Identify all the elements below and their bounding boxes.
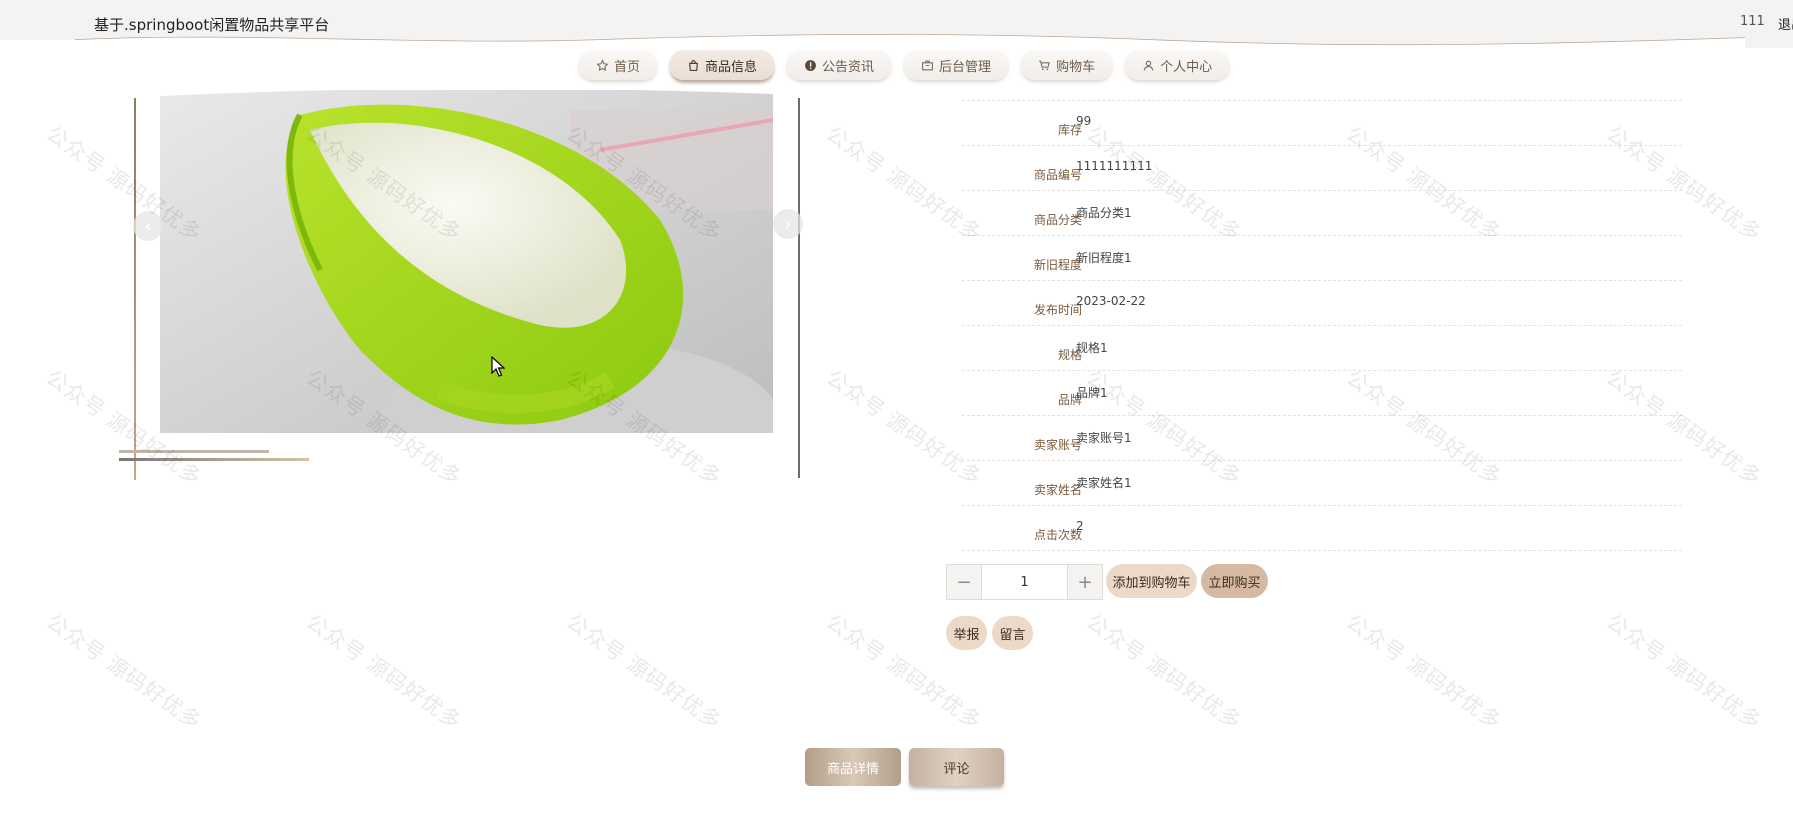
message-button[interactable]: 留言 [992,616,1033,650]
info-icon [804,59,817,72]
detail-row-publish-date: 发布时间 2023-02-22 [962,281,1682,326]
nav-item-profile[interactable]: 个人中心 [1124,50,1231,80]
detail-value: 规格1 [1076,341,1108,355]
detail-label: 商品分类 [1033,213,1082,227]
nav-item-cart[interactable]: 购物车 [1020,50,1114,80]
nav-label: 首页 [614,59,641,75]
chevron-left-icon: ‹ [144,215,152,237]
detail-row-stock: 库存 99 [962,100,1682,146]
gallery-decoration-line [119,450,269,453]
box-icon [921,59,934,72]
detail-value: 新旧程度1 [1076,251,1132,265]
gallery-frame-right [798,98,800,478]
quantity-input[interactable]: 1 [981,565,1068,599]
add-to-cart-button[interactable]: 添加到购物车 [1106,564,1197,598]
gallery-frame-left [134,98,136,480]
tab-comments[interactable]: 评论 [909,748,1004,786]
user-icon [1142,59,1155,72]
nav-label: 后台管理 [939,59,992,75]
site-title: 基于.springboot闲置物品共享平台 [94,16,330,34]
main-nav: 首页 商品信息 公告资讯 后台管理 购物车 个人中心 [578,50,1231,84]
tab-product-detail[interactable]: 商品详情 [805,748,901,786]
detail-label: 新旧程度 [1033,258,1082,272]
detail-row-brand: 品牌 品牌1 [962,371,1682,416]
detail-value: 2 [1076,519,1084,533]
detail-row-condition: 新旧程度 新旧程度1 [962,236,1682,281]
watermark: 公众号 源码好优多 [1601,609,1767,735]
detail-value: 1111111111 [1076,159,1153,173]
gallery-decoration-line [119,458,309,461]
star-icon [596,58,609,72]
detail-row-seller-name: 卖家姓名 卖家姓名1 [962,461,1682,506]
product-image [160,90,773,433]
watermark: 公众号 源码好优多 [301,609,467,735]
watermark: 公众号 源码好优多 [1081,609,1247,735]
mouse-cursor-icon [491,356,505,377]
product-detail-list: 库存 99 商品编号 1111111111 商品分类 商品分类1 新旧程度 新旧… [962,100,1682,551]
nav-item-admin[interactable]: 后台管理 [903,50,1010,80]
nav-item-products[interactable]: 商品信息 [669,50,776,80]
detail-label: 商品编号 [1033,168,1082,182]
nav-label: 个人中心 [1160,59,1213,75]
gallery-prev-button[interactable]: ‹ [133,211,163,241]
chevron-right-icon: › [784,213,792,235]
detail-row-category: 商品分类 商品分类1 [962,191,1682,236]
quantity-increase-button[interactable]: + [1068,565,1102,599]
detail-row-seller-account: 卖家账号 卖家账号1 [962,416,1682,461]
detail-row-product-code: 商品编号 1111111111 [962,146,1682,191]
detail-label: 卖家账号 [1033,438,1082,452]
detail-row-click-count: 点击次数 2 [962,506,1682,551]
detail-label: 点击次数 [1033,528,1082,542]
detail-value: 卖家姓名1 [1076,476,1132,490]
gallery-next-button[interactable]: › [773,209,803,239]
nav-label: 商品信息 [705,59,758,75]
watermark: 公众号 源码好优多 [561,609,727,735]
logout-link[interactable]: 退出 [1778,14,1793,33]
detail-value: 商品分类1 [1076,206,1132,220]
detail-row-spec: 规格 规格1 [962,326,1682,371]
detail-value: 品牌1 [1076,386,1108,400]
quantity-stepper: − 1 + [946,564,1103,600]
current-username: 111 [1740,14,1765,29]
nav-item-home[interactable]: 首页 [578,50,659,80]
detail-value: 卖家账号1 [1076,431,1132,445]
watermark: 公众号 源码好优多 [41,609,207,735]
detail-value: 2023-02-22 [1076,294,1146,308]
watermark: 公众号 源码好优多 [1341,609,1507,735]
bag-icon [687,59,700,72]
nav-label: 购物车 [1056,59,1096,75]
detail-label: 发布时间 [1033,303,1082,317]
quantity-decrease-button[interactable]: − [947,565,981,599]
top-header: 基于.springboot闲置物品共享平台 111 退出 [0,0,1793,48]
buy-now-button[interactable]: 立即购买 [1201,564,1268,598]
nav-item-news[interactable]: 公告资讯 [786,50,893,80]
nav-label: 公告资讯 [822,59,875,75]
detail-value: 99 [1076,114,1092,128]
report-button[interactable]: 举报 [946,616,987,650]
detail-label: 卖家姓名 [1033,483,1082,497]
cart-icon [1038,59,1051,72]
